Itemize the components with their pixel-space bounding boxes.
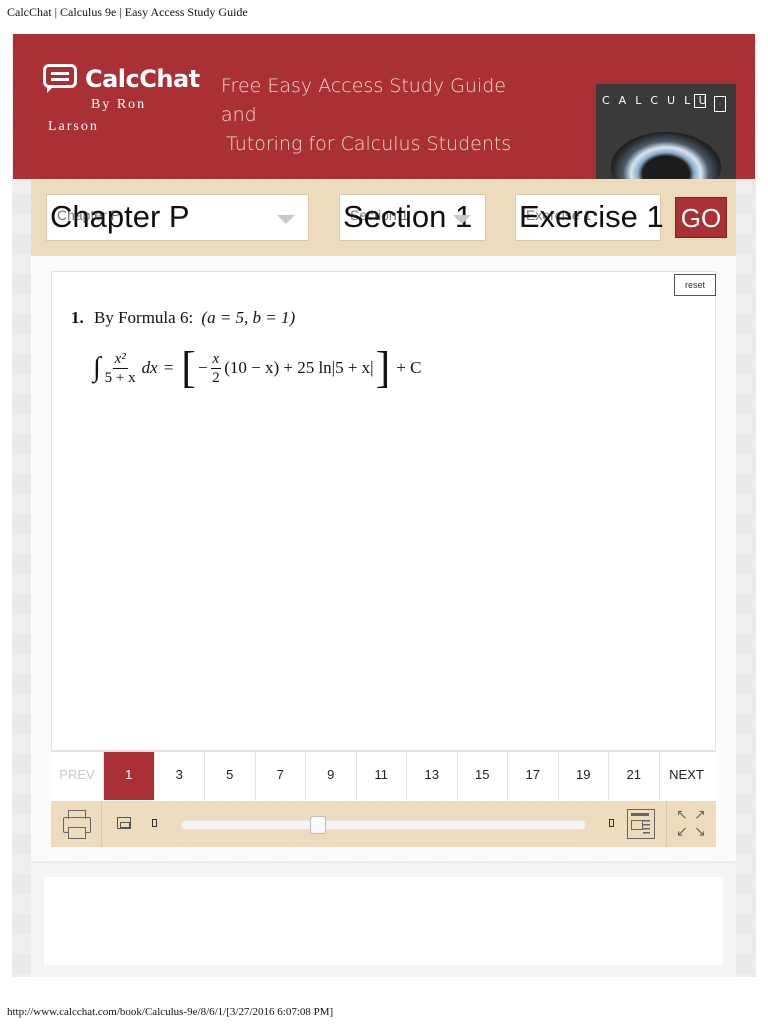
tagline-line2: Tutoring for Calculus Students <box>226 133 512 155</box>
document-title: CalcChat | Calculus 9e | Easy Access Stu… <box>7 5 248 19</box>
page-button[interactable]: 3 <box>155 752 205 800</box>
calcchat-logo[interactable]: CalcChat <box>43 64 200 94</box>
zoom-slider[interactable] <box>181 816 586 834</box>
page-button[interactable]: 7 <box>256 752 306 800</box>
page-button[interactable]: 13 <box>407 752 458 800</box>
exercise-selector-bar: Chapter P Chapter P Section 1 Section 1 … <box>31 179 736 256</box>
viewer-toolbar: ↖ ↗ ↙ ↘ <box>51 801 716 847</box>
page-button[interactable]: 1 <box>104 752 155 800</box>
slider-min-marker <box>152 819 157 827</box>
chevron-down-icon <box>453 215 471 224</box>
chapter-select[interactable]: Chapter P Chapter P <box>46 194 309 241</box>
author-name: Larson <box>48 119 99 134</box>
equals-sign: = <box>163 358 174 377</box>
coefficient-fraction: x 2 <box>210 350 222 387</box>
book-title: CALCULUS <box>602 94 732 107</box>
exercise-select[interactable]: Exercise 1 Exercise 1 <box>515 194 664 241</box>
fraction-denominator: 2 <box>212 369 220 386</box>
page-button[interactable]: 5 <box>205 752 256 800</box>
reset-button[interactable]: reset <box>674 274 716 296</box>
formula-params: (a = 5, b = 1) <box>201 308 296 327</box>
zoom-out-icon[interactable] <box>117 817 131 829</box>
page-button[interactable]: 15 <box>458 752 508 800</box>
solution-equation: ∫ x² 5 + x dx = [ − x 2 (10 − x) + 25 ln… <box>93 338 421 398</box>
constant-term: + C <box>396 358 422 377</box>
fullscreen-icon[interactable]: ↖ ↗ ↙ ↘ <box>666 801 717 847</box>
zoom-in-icon[interactable] <box>627 809 655 839</box>
print-icon[interactable] <box>51 801 102 847</box>
page-button[interactable]: 17 <box>508 752 559 800</box>
cover-square-icon <box>714 96 726 112</box>
site-header: CalcChat By Ron Larson Free Easy Access … <box>13 34 755 179</box>
solution-intro: By Formula 6: <box>94 308 194 327</box>
tagline-line1: Free Easy Access Study Guide and <box>221 75 506 126</box>
go-button[interactable]: GO <box>675 197 727 238</box>
cover-art <box>611 132 721 179</box>
solution-viewer[interactable]: reset 1. By Formula 6: (a = 5, b = 1) ∫ … <box>51 271 716 751</box>
exercise-select-value: Exercise 1 <box>519 199 664 234</box>
solution-content: 1. By Formula 6: (a = 5, b = 1) ∫ x² 5 +… <box>71 308 421 390</box>
fraction-denominator: 5 + x <box>104 369 136 386</box>
logo-text: CalcChat <box>85 65 200 93</box>
fraction-numerator: x² <box>112 350 128 369</box>
section-select[interactable]: Section 1 Section 1 <box>339 194 486 241</box>
page-button[interactable]: 21 <box>609 752 660 800</box>
differential: dx <box>141 358 158 377</box>
book-cover-image[interactable]: CALCULUS <box>596 84 736 179</box>
footer-url: http://www.calcchat.com/book/Calculus-9e… <box>7 1006 334 1018</box>
exercise-number: 1. <box>71 308 84 327</box>
chapter-select-value: Chapter P <box>50 199 190 234</box>
lower-panel <box>31 863 736 977</box>
lower-panel-content <box>44 877 723 965</box>
chevron-down-icon <box>277 215 295 224</box>
exercise-pager: PREV 1 3 5 7 9 11 13 15 17 19 21 NEXT <box>51 751 716 802</box>
slider-max-marker <box>609 819 614 827</box>
right-bracket: ] <box>375 343 391 392</box>
page-button[interactable]: 19 <box>559 752 609 800</box>
chat-bubble-icon <box>43 64 83 94</box>
prev-button[interactable]: PREV <box>51 752 104 800</box>
page-button[interactable]: 11 <box>357 752 407 800</box>
tagline: Free Easy Access Study Guide and Tutorin… <box>221 72 541 159</box>
byline: By Ron <box>91 97 147 112</box>
integral-sign: ∫ <box>93 352 101 383</box>
cover-square-icon <box>694 94 706 108</box>
fraction-numerator: x <box>210 350 222 369</box>
page-button[interactable]: 9 <box>306 752 357 800</box>
left-bracket: [ <box>181 343 196 392</box>
next-button[interactable]: NEXT <box>660 752 714 800</box>
minus-sign: − <box>197 358 208 377</box>
integrand-fraction: x² 5 + x <box>105 350 136 387</box>
zoom-slider-handle[interactable] <box>310 816 326 834</box>
solution-body: (10 − x) + 25 ln|5 + x| <box>224 358 374 377</box>
solution-panel: reset 1. By Formula 6: (a = 5, b = 1) ∫ … <box>31 256 736 861</box>
